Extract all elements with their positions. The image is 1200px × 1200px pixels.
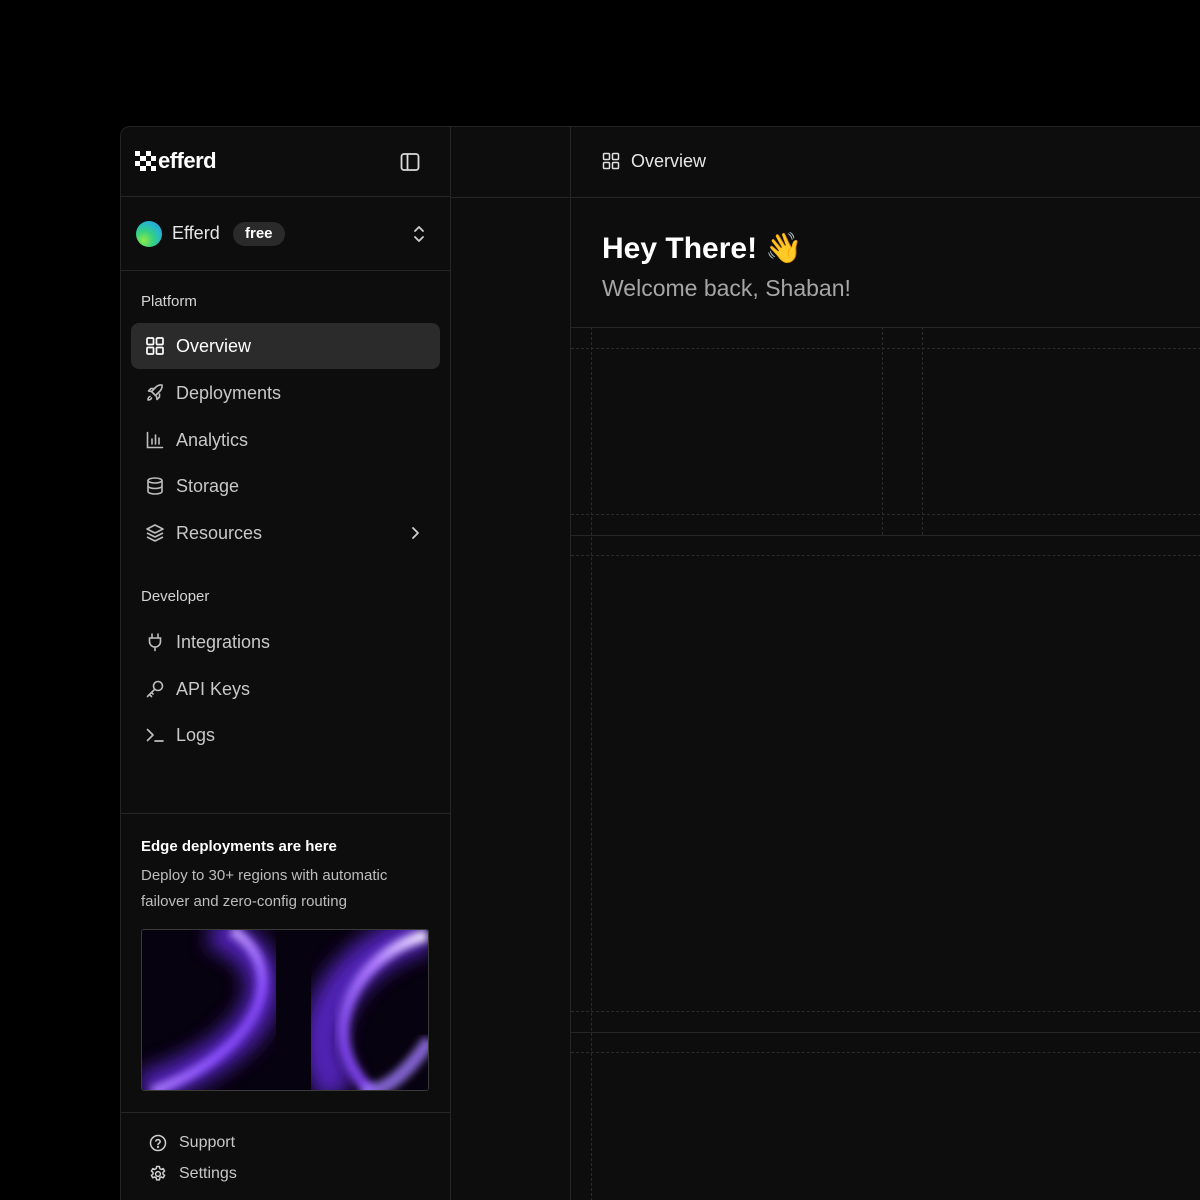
greeting-title: Hey There! 👋 [602,232,803,265]
sidebar-item-label: Storage [176,476,240,496]
dashed-guide [882,327,883,535]
sidebar-item-resources[interactable]: Resources [131,510,440,556]
sidebar-item-analytics[interactable]: Analytics [131,417,440,463]
section-divider [571,327,1200,328]
layers-icon [146,524,164,542]
sidebar-item-label: Resources [176,523,263,543]
chevrons-up-down-icon [414,226,424,242]
promo-card: Edge deployments are here Deploy to 30+ … [121,813,450,1113]
topbar-divider [451,197,1200,198]
breadcrumb-label: Overview [631,150,707,171]
sidebar-item-logs[interactable]: Logs [131,712,440,758]
dashed-guide [591,327,592,1200]
sidebar-item-label: Deployments [176,383,282,403]
sidebar-item-storage[interactable]: Storage [131,463,440,509]
chevron-right-icon [412,527,419,539]
settings-label: Settings [179,1165,237,1182]
section-label-platform: Platform [141,293,197,310]
greeting-subtitle: Welcome back, Shaban! [602,275,851,301]
dashed-guide [571,555,1200,556]
sidebar-item-api-keys[interactable]: API Keys [131,666,440,712]
sidebar-item-label: Analytics [176,430,249,450]
support-label: Support [179,1134,236,1151]
sidebar-item-label: API Keys [176,679,251,699]
sidebar-item-label: Logs [176,725,216,745]
sidebar-toggle-icon[interactable] [399,151,421,173]
terminal-icon [146,728,164,742]
rocket-icon [147,384,163,401]
logo-text: efferd [158,148,217,173]
promo-image[interactable] [141,929,429,1091]
sidebar-item-label: Overview [176,336,252,356]
promo-title: Edge deployments are here [141,838,337,855]
dashed-guide [571,348,1200,349]
workspace-switcher[interactable]: Efferd free [121,197,450,271]
workspace-name: Efferd [172,223,220,243]
brand-logo[interactable]: efferd [135,148,217,173]
database-icon [147,477,163,495]
gear-icon [150,1165,166,1181]
promo-description: Deploy to 30+ regions with automatic fai… [141,867,388,910]
dashed-guide [571,1011,1200,1012]
dashed-guide [922,327,923,535]
spacer-column [451,127,571,1200]
sidebar-header: efferd [121,127,450,197]
section-divider [571,535,1200,536]
help-circle-icon [149,1134,167,1152]
breadcrumb: Overview [602,149,706,173]
bar-chart-icon [146,431,164,449]
sidebar: efferd Efferd free Platform Overview Dep… [121,127,451,1200]
sidebar-item-label: Integrations [176,632,271,652]
grid-icon [602,152,620,170]
sidebar-item-overview[interactable]: Overview [131,323,440,369]
dashed-guide [571,514,1200,515]
key-icon [146,680,164,698]
plan-badge: free [233,222,285,246]
sidebar-item-deployments[interactable]: Deployments [131,370,440,416]
section-divider [571,1032,1200,1033]
section-label-developer: Developer [141,588,210,605]
workspace-avatar [136,221,162,247]
app-window: efferd Efferd free Platform Overview Dep… [120,126,1200,1200]
dashed-guide [571,1052,1200,1053]
plug-icon [148,633,162,652]
sidebar-item-integrations[interactable]: Integrations [131,619,440,665]
logo-mark-icon [135,151,156,171]
grid-icon [146,337,164,355]
